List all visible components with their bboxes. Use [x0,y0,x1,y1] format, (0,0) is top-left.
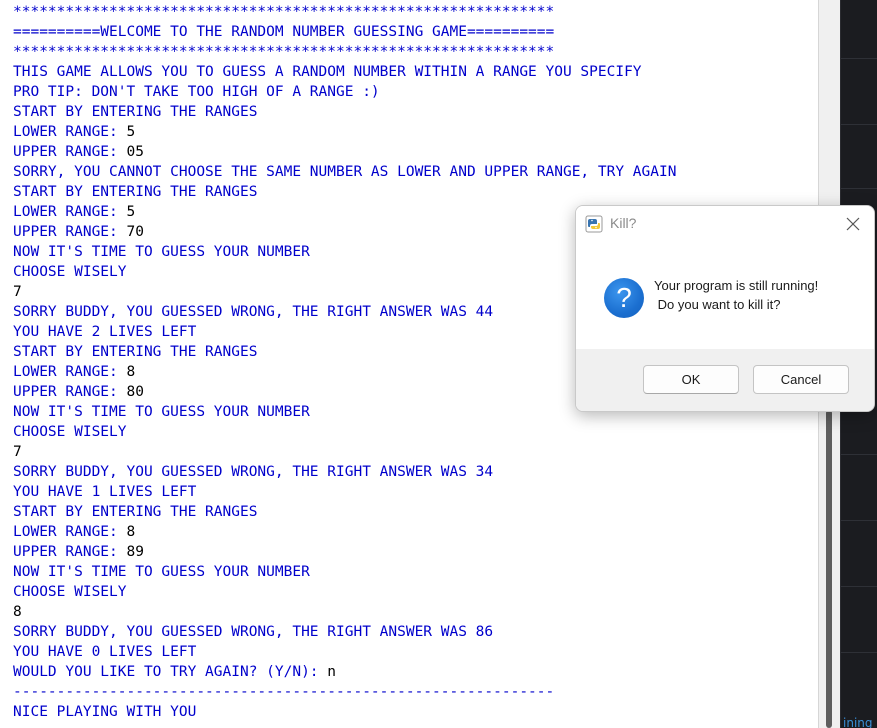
program-output-text: ****************************************… [13,44,555,60]
console-output-line: NICE PLAYING WITH YOU [13,702,676,722]
divider [841,188,877,189]
divider [841,58,877,59]
console-output-line: CHOOSE WISELY [13,422,676,442]
user-input-text: 70 [126,224,144,240]
console-output-line: NOW IT'S TIME TO GUESS YOUR NUMBER [13,562,676,582]
user-input-text: 8 [126,524,136,540]
console-output-line: UPPER RANGE: 89 [13,542,676,562]
program-output-text: LOWER RANGE: [13,364,127,380]
console-output-line: START BY ENTERING THE RANGES [13,102,676,122]
program-output-text: ****************************************… [13,4,555,20]
dialog-titlebar[interactable]: Kill? [576,206,874,242]
console-output-line: SORRY, YOU CANNOT CHOOSE THE SAME NUMBER… [13,162,676,182]
program-output-text: SORRY BUDDY, YOU GUESSED WRONG, THE RIGH… [13,624,494,640]
console-output-line: PRO TIP: DON'T TAKE TOO HIGH OF A RANGE … [13,82,676,102]
user-input-text: 05 [126,144,144,160]
program-output-text: START BY ENTERING THE RANGES [13,104,258,120]
console-scrollbar-thumb[interactable] [826,410,832,728]
program-output-text: CHOOSE WISELY [13,584,127,600]
user-input-text: 80 [126,384,144,400]
program-output-text: START BY ENTERING THE RANGES [13,344,258,360]
user-input-text: 8 [126,364,136,380]
program-output-text: NOW IT'S TIME TO GUESS YOUR NUMBER [13,404,310,420]
program-output-text: NICE PLAYING WITH YOU [13,704,197,720]
console-input-line: 7 [13,442,676,462]
program-output-text: LOWER RANGE: [13,124,127,140]
program-output-text: THIS GAME ALLOWS YOU TO GUESS A RANDOM N… [13,64,642,80]
dialog-footer: OK Cancel [576,349,874,411]
dialog-message-line: Do you want to kill it? [654,297,781,312]
ok-button[interactable]: OK [643,365,739,394]
divider [841,586,877,587]
divider [841,652,877,653]
console-output-line: START BY ENTERING THE RANGES [13,182,676,202]
console-output-line: ****************************************… [13,42,676,62]
console-output-line: START BY ENTERING THE RANGES [13,502,676,522]
program-output-text: YOU HAVE 2 LIVES LEFT [13,324,197,340]
cancel-button[interactable]: Cancel [753,365,849,394]
program-output-text: PRO TIP: DON'T TAKE TOO HIGH OF A RANGE … [13,84,380,100]
user-input-text: n [327,664,337,680]
program-output-text: NOW IT'S TIME TO GUESS YOUR NUMBER [13,244,310,260]
program-output-text: UPPER RANGE: [13,144,127,160]
program-output-text: SORRY, YOU CANNOT CHOOSE THE SAME NUMBER… [13,164,677,180]
question-icon: ? [604,278,644,318]
program-output-text: START BY ENTERING THE RANGES [13,184,258,200]
console-output-line: SORRY BUDDY, YOU GUESSED WRONG, THE RIGH… [13,462,676,482]
screen: ****************************************… [0,0,877,728]
dialog-message-line: Your program is still running! [654,278,819,293]
program-output-text: SORRY BUDDY, YOU GUESSED WRONG, THE RIGH… [13,304,494,320]
user-input-text: 7 [13,284,22,300]
close-icon[interactable] [838,212,866,236]
program-output-text: CHOOSE WISELY [13,264,127,280]
program-output-text: CHOOSE WISELY [13,424,127,440]
program-output-text: UPPER RANGE: [13,544,127,560]
console-input-line: 8 [13,602,676,622]
program-output-text: ----------------------------------------… [13,684,555,700]
user-input-text: 8 [13,604,22,620]
user-input-text: 5 [126,204,136,220]
user-input-text: 5 [126,124,136,140]
program-output-text: LOWER RANGE: [13,524,127,540]
program-output-text: LOWER RANGE: [13,204,127,220]
console-output-line: WOULD YOU LIKE TO TRY AGAIN? (Y/N): n [13,662,676,682]
dialog-message: Your program is still running! Do you wa… [654,276,864,314]
console-output-line: UPPER RANGE: 05 [13,142,676,162]
program-output-text: START BY ENTERING THE RANGES [13,504,258,520]
user-input-text: 7 [13,444,22,460]
program-output-text: WOULD YOU LIKE TO TRY AGAIN? (Y/N): [13,664,328,680]
console-output-line: THIS GAME ALLOWS YOU TO GUESS A RANDOM N… [13,62,676,82]
console-output-line: SORRY BUDDY, YOU GUESSED WRONG, THE RIGH… [13,622,676,642]
program-output-text: ==========WELCOME TO THE RANDOM NUMBER G… [13,24,555,40]
program-output-text: SORRY BUDDY, YOU GUESSED WRONG, THE RIGH… [13,464,494,480]
program-output-text: UPPER RANGE: [13,384,127,400]
divider [841,520,877,521]
python-icon [585,215,603,233]
console-output-line: ==========WELCOME TO THE RANDOM NUMBER G… [13,22,676,42]
console-output-line: LOWER RANGE: 8 [13,522,676,542]
console-output-line: YOU HAVE 1 LIVES LEFT [13,482,676,502]
dialog-body: ? Your program is still running! Do you … [576,242,874,349]
console-output-line: ****************************************… [13,2,676,22]
console-output-line: CHOOSE WISELY [13,582,676,602]
program-output-text: YOU HAVE 1 LIVES LEFT [13,484,197,500]
status-text: ining [843,716,873,728]
divider [841,454,877,455]
user-input-text: 89 [126,544,144,560]
console-output-line: LOWER RANGE: 5 [13,122,676,142]
program-output-text: UPPER RANGE: [13,224,127,240]
program-output-text: NOW IT'S TIME TO GUESS YOUR NUMBER [13,564,310,580]
kill-dialog: Kill? ? Your program is still running! D… [575,205,875,412]
console-output-line: YOU HAVE 0 LIVES LEFT [13,642,676,662]
console-output-line: ----------------------------------------… [13,682,676,702]
divider [841,124,877,125]
dialog-title: Kill? [610,215,637,231]
program-output-text: YOU HAVE 0 LIVES LEFT [13,644,197,660]
